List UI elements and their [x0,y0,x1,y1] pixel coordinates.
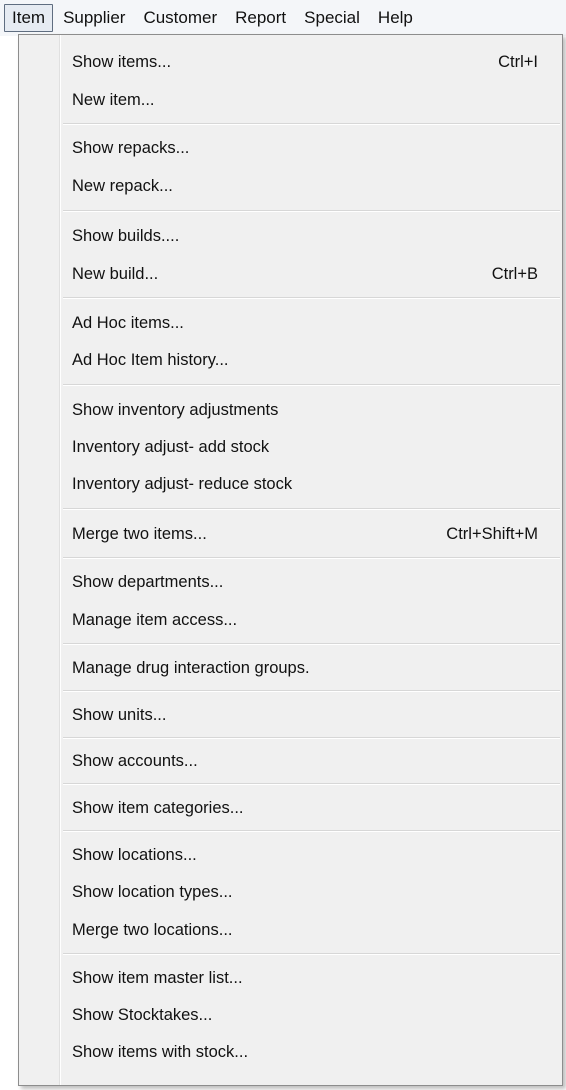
menu-separator [63,210,560,212]
merge-two-locations-menu-item[interactable]: Merge two locations... [72,916,542,944]
menu-item-label: Manage drug interaction groups. [72,658,310,677]
menu-item-label: Show item categories... [72,798,244,817]
show-repacks-menu-item[interactable]: Show repacks... [72,134,542,162]
show-accounts-menu-item[interactable]: Show accounts... [72,747,542,775]
show-location-types-menu-item[interactable]: Show location types... [72,878,542,906]
menu-special[interactable]: Special [296,4,368,32]
menu-report[interactable]: Report [227,4,294,32]
menu-separator [63,123,560,125]
inventory-adjust-add-stock-menu-item[interactable]: Inventory adjust- add stock [72,433,542,461]
menu-item-label: Show builds.... [72,226,180,245]
menu-separator [63,737,560,739]
ad-hoc-item-history-menu-item[interactable]: Ad Hoc Item history... [72,346,542,374]
menu-item-label: Ad Hoc items... [72,313,184,332]
menu-item-label: New repack... [72,176,173,195]
show-items-menu-item[interactable]: Show items... Ctrl+I [72,48,542,76]
show-inventory-adjustments-menu-item[interactable]: Show inventory adjustments [72,396,542,424]
menu-separator [63,557,560,559]
item-dropdown-menu: Show items... Ctrl+I New item... Show re… [18,34,563,1086]
menu-customer[interactable]: Customer [135,4,225,32]
menu-separator [63,830,560,832]
manage-item-access-menu-item[interactable]: Manage item access... [72,606,542,634]
menu-separator [63,783,560,785]
inventory-adjust-reduce-stock-menu-item[interactable]: Inventory adjust- reduce stock [72,470,542,498]
menu-separator [63,384,560,386]
menu-item-label: Show Stocktakes... [72,1005,213,1024]
show-item-master-list-menu-item[interactable]: Show item master list... [72,964,542,992]
menu-item-label: Show departments... [72,572,224,591]
menu-item-label: Show repacks... [72,138,190,157]
menu-item-label: Inventory adjust- add stock [72,437,270,456]
menu-separator [63,643,560,645]
menu-separator [63,953,560,955]
menu-item-label: Show item master list... [72,968,243,987]
menu-item-label: Merge two locations... [72,920,233,939]
menu-item-label: Show location types... [72,882,233,901]
menu-item-label: Manage item access... [72,610,238,629]
show-stocktakes-menu-item[interactable]: Show Stocktakes... [72,1001,542,1029]
menu-item-label: Merge two items... [72,524,207,543]
merge-two-items-menu-item[interactable]: Merge two items... Ctrl+Shift+M [72,520,542,548]
new-item-menu-item[interactable]: New item... [72,86,542,114]
menu-separator [63,508,560,510]
menu-help[interactable]: Help [370,4,421,32]
menu-item-label: Ad Hoc Item history... [72,350,229,369]
show-units-menu-item[interactable]: Show units... [72,701,542,729]
menu-item-label: Show locations... [72,845,197,864]
show-locations-menu-item[interactable]: Show locations... [72,841,542,869]
menu-item-shortcut: Ctrl+Shift+M [446,524,538,543]
menu-item-label: Show accounts... [72,751,198,770]
ad-hoc-items-menu-item[interactable]: Ad Hoc items... [72,309,542,337]
menu-item[interactable]: Item [4,4,54,32]
menu-item-shortcut: Ctrl+B [491,264,538,283]
menu-item-label: New item... [72,90,155,109]
menu-supplier[interactable]: Supplier [55,4,133,32]
menu-bar: Item Supplier Customer Report Special He… [0,0,566,36]
menu-item-label: Show items with stock... [72,1042,249,1061]
show-departments-menu-item[interactable]: Show departments... [72,568,542,596]
show-builds-menu-item[interactable]: Show builds.... [72,222,542,250]
show-items-with-stock-menu-item[interactable]: Show items with stock... [72,1038,542,1066]
menu-item-label: Show units... [72,705,167,724]
menu-item-shortcut: Ctrl+I [498,52,538,71]
menu-item-label: New build... [72,264,159,283]
menu-separator [63,297,560,299]
new-repack-menu-item[interactable]: New repack... [72,172,542,200]
manage-drug-interaction-groups-menu-item[interactable]: Manage drug interaction groups. [72,654,542,682]
menu-icon-gutter [19,35,61,1085]
show-item-categories-menu-item[interactable]: Show item categories... [72,794,542,822]
menu-item-label: Inventory adjust- reduce stock [72,474,293,493]
menu-item-label: Show items... [72,52,172,71]
menu-item-label: Show inventory adjustments [72,400,279,419]
menu-separator [63,690,560,692]
new-build-menu-item[interactable]: New build... Ctrl+B [72,260,542,288]
